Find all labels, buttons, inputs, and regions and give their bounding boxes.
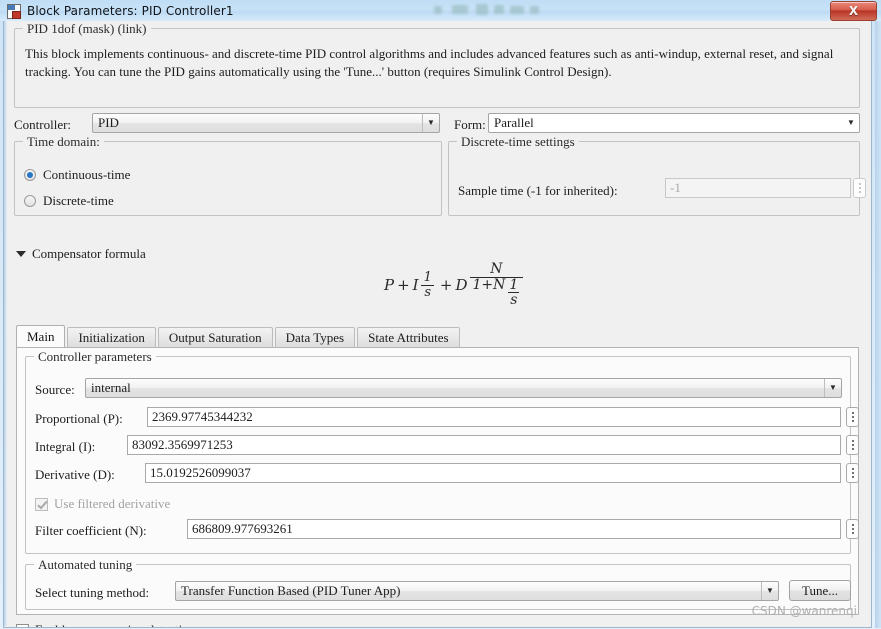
integral-input[interactable]: 83092.3569971253: [127, 435, 841, 455]
discrete-settings-legend: Discrete-time settings: [457, 134, 579, 150]
source-dropdown[interactable]: internal ▼: [85, 378, 842, 398]
source-dropdown-value: internal: [91, 380, 131, 395]
formula-den-s: s: [508, 292, 520, 309]
filter-coefficient-input[interactable]: 686809.977693261: [187, 519, 841, 539]
formula-filter-fraction: N 1 +N 1 s: [469, 261, 524, 309]
compensator-formula: P + I 1 s + D N 1+N 1 s: [384, 262, 525, 308]
title-bar: Block Parameters: PID Controller1 X: [0, 0, 881, 21]
derivative-input[interactable]: 15.0192526099037: [145, 463, 841, 483]
sample-time-label: Sample time (-1 for inherited):: [458, 183, 618, 198]
source-label: Source:: [35, 382, 75, 397]
background-artifact: [430, 2, 670, 18]
derivative-options-button[interactable]: [846, 463, 859, 483]
formula-p: P: [384, 276, 395, 295]
close-button[interactable]: X: [830, 1, 877, 21]
tuning-method-label: Select tuning method:: [35, 585, 150, 600]
compensator-formula-toggle[interactable]: Compensator formula: [16, 246, 146, 262]
proportional-options-button[interactable]: [846, 407, 859, 427]
radio-continuous-time-label: Continuous-time: [43, 167, 131, 182]
derivative-label: Derivative (D):: [35, 467, 115, 482]
block-info-group: PID 1dof (mask) (link) This block implem…: [14, 21, 860, 108]
formula-frac-1-s: 1 s: [421, 271, 435, 299]
block-info-legend: PID 1dof (mask) (link): [23, 21, 151, 37]
use-filtered-derivative-label: Use filtered derivative: [54, 496, 171, 511]
window-right-edge: [875, 21, 881, 628]
left-edge-strip: [4, 21, 7, 626]
window-title: Block Parameters: PID Controller1: [27, 3, 234, 18]
chevron-down-icon: [16, 251, 26, 257]
formula-d: D: [455, 276, 468, 295]
tab-panel-main: Controller parameters Source: internal ▼…: [16, 347, 859, 615]
radio-discrete-time-label: Discrete-time: [43, 193, 114, 208]
tab-initialization[interactable]: Initialization: [67, 327, 156, 348]
chevron-down-icon: ▼: [761, 582, 778, 600]
filter-coefficient-label: Filter coefficient (N):: [35, 523, 147, 538]
automated-tuning-legend: Automated tuning: [34, 557, 137, 573]
radio-continuous-time[interactable]: Continuous-time: [24, 167, 130, 183]
form-label: Form:: [454, 117, 486, 132]
formula-n-numerator: N: [490, 261, 503, 277]
formula-den-one-num: 1: [509, 276, 519, 293]
tab-output-saturation[interactable]: Output Saturation: [157, 327, 273, 348]
tab-main[interactable]: Main: [16, 325, 66, 348]
time-domain-legend: Time domain:: [23, 134, 104, 150]
block-description: This block implements continuous- and di…: [25, 46, 834, 79]
tuning-method-dropdown[interactable]: Transfer Function Based (PID Tuner App) …: [175, 581, 779, 601]
tab-strip: Main Initialization Output Saturation Da…: [16, 325, 859, 348]
formula-plus-1: +: [397, 276, 410, 295]
proportional-label: Proportional (P):: [35, 411, 123, 426]
proportional-input[interactable]: 2369.97745344232: [147, 407, 841, 427]
radio-dot-icon: [24, 195, 36, 207]
block-parameters-icon: [6, 3, 22, 19]
tab-data-types[interactable]: Data Types: [274, 327, 356, 348]
formula-i: I: [412, 276, 419, 295]
checkbox-icon: [35, 497, 48, 511]
tab-state-attributes[interactable]: State Attributes: [357, 327, 460, 348]
sample-time-input[interactable]: -1: [665, 178, 851, 198]
chevron-down-icon: ▼: [824, 379, 841, 397]
tuning-method-value: Transfer Function Based (PID Tuner App): [181, 583, 401, 598]
watermark: CSDN @wanrenqi: [751, 604, 857, 618]
integral-options-button[interactable]: [846, 435, 859, 455]
block-parameters-dialog: Block Parameters: PID Controller1 X PID …: [0, 0, 881, 629]
formula-den-frac-1-s: 1 s: [507, 276, 520, 309]
controller-parameters-legend: Controller parameters: [34, 349, 156, 365]
checkbox-icon: [16, 623, 29, 627]
use-filtered-derivative-checkbox[interactable]: Use filtered derivative: [35, 496, 170, 512]
chevron-down-icon: ▼: [422, 114, 439, 132]
tune-button[interactable]: Tune...: [789, 580, 851, 601]
controller-dropdown-value: PID: [98, 115, 119, 130]
dialog-body: PID 1dof (mask) (link) This block implem…: [3, 21, 872, 628]
radio-dot-icon: [24, 169, 36, 181]
enable-zero-crossing-label: Enable zero-crossing detection: [35, 622, 195, 627]
sample-time-options-button[interactable]: [853, 178, 866, 198]
form-dropdown-value: Parallel: [494, 115, 534, 130]
formula-den-n: N: [493, 276, 506, 293]
compensator-formula-label: Compensator formula: [32, 246, 146, 261]
form-dropdown[interactable]: Parallel ▼: [488, 113, 860, 133]
controller-dropdown[interactable]: PID ▼: [92, 113, 440, 133]
formula-den-plus: +: [481, 276, 494, 293]
formula-s: s: [421, 284, 435, 300]
dialog-content: PID 1dof (mask) (link) This block implem…: [4, 21, 871, 627]
formula-one: 1: [423, 269, 432, 285]
formula-denominator: 1 +N 1 s: [469, 276, 524, 309]
controller-label: Controller:: [14, 117, 72, 132]
integral-label: Integral (I):: [35, 439, 96, 454]
formula-plus-2: +: [439, 276, 453, 295]
radio-discrete-time[interactable]: Discrete-time: [24, 193, 114, 209]
filter-coefficient-options-button[interactable]: [846, 519, 859, 539]
enable-zero-crossing-checkbox[interactable]: Enable zero-crossing detection: [16, 622, 195, 627]
chevron-down-icon: ▼: [847, 118, 855, 127]
